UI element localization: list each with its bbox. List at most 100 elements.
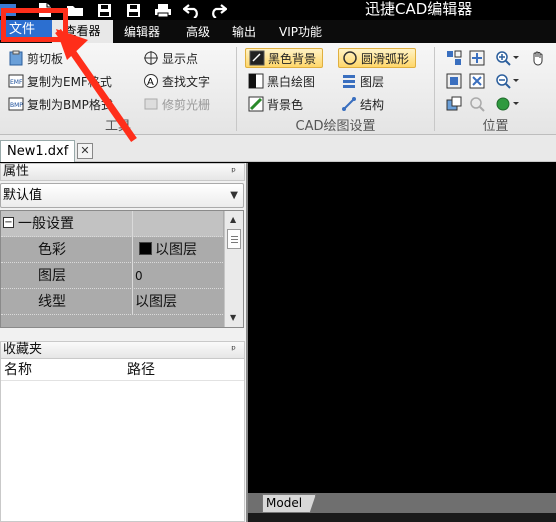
close-tab-button[interactable]: ✕ (77, 143, 93, 159)
show-points-button[interactable]: 显示点 (143, 48, 198, 68)
property-group-label: 一般设置 (18, 216, 74, 232)
tab-output[interactable]: 输出 (232, 23, 256, 41)
drawing-canvas[interactable] (246, 163, 556, 522)
scroll-thumb[interactable] (227, 229, 241, 249)
property-row-color[interactable]: 色彩 以图层 (1, 237, 223, 263)
property-name: 图层 (1, 263, 133, 289)
layers-button[interactable]: 图层 (341, 71, 384, 91)
background-color-button[interactable]: 背景色 (248, 94, 303, 114)
clipboard-icon (8, 50, 24, 66)
clipboard-label: 剪切板 (27, 51, 64, 66)
smooth-arc-button[interactable]: 圆滑弧形 (338, 48, 417, 68)
background-color-label: 背景色 (267, 97, 304, 112)
property-row-linetype[interactable]: 线型 以图层 (1, 289, 223, 315)
arc-icon (342, 50, 358, 66)
favorites-panel: 名称 路径 (0, 358, 245, 522)
save-as-icon[interactable] (124, 1, 142, 19)
copy-emf-button[interactable]: EMF 复制为EMF格式 (8, 71, 112, 91)
property-scrollbar[interactable]: ▲ ▼ (224, 211, 243, 327)
bmp-icon: BMP (8, 96, 24, 112)
grip-line (231, 239, 238, 240)
tab-advanced[interactable]: 高级 (186, 23, 210, 41)
zoom-window-icon[interactable] (466, 71, 488, 91)
tab-editor[interactable]: 编辑器 (124, 23, 160, 41)
find-text-icon: A (143, 73, 159, 89)
save-icon[interactable] (95, 1, 113, 19)
property-row-layer[interactable]: 图层 0 (1, 263, 223, 289)
zoom-extents-icon[interactable] (466, 48, 488, 68)
redo-icon[interactable] (209, 1, 227, 19)
new-file-icon[interactable] (36, 1, 54, 19)
app-title: 迅捷CAD编辑器 (365, 0, 473, 18)
position-group-label: 位置 (482, 119, 509, 134)
properties-combo[interactable]: 默认值 ▼ (0, 183, 244, 208)
zoom-out-icon[interactable] (493, 71, 521, 91)
color-swatch (139, 242, 152, 255)
crosshair-icon (143, 50, 159, 66)
emf-icon: EMF (8, 73, 24, 89)
column-name[interactable]: 名称 (4, 359, 32, 381)
grip-line (231, 242, 238, 243)
svg-text:EMF: EMF (10, 79, 23, 86)
scroll-up-icon[interactable]: ▲ (230, 215, 236, 224)
pan-region-icon[interactable] (443, 48, 465, 68)
property-grid: − 一般设置 色彩 以图层 图层 0 线型 以图层 ▲ ▼ (0, 210, 244, 328)
svg-text:BMP: BMP (10, 102, 23, 109)
zoom-real-icon[interactable] (466, 94, 488, 114)
pin-icon[interactable]: ᵖ (231, 342, 236, 358)
black-background-button[interactable]: 黑色背景 (245, 48, 324, 68)
pin-icon[interactable]: ᵖ (231, 164, 236, 180)
tab-vip[interactable]: VIP功能 (279, 23, 322, 41)
scroll-down-icon[interactable]: ▼ (230, 313, 236, 322)
find-text-button[interactable]: A 查找文字 (143, 71, 210, 91)
property-value: 以图层 (135, 294, 177, 310)
fit-window-icon[interactable] (443, 71, 465, 91)
property-group-row[interactable]: − 一般设置 (1, 211, 223, 237)
column-path[interactable]: 路径 (127, 359, 155, 381)
structure-button[interactable]: 结构 (341, 94, 384, 114)
position-group: 位置 (435, 43, 556, 135)
property-name: 色彩 (1, 237, 133, 263)
structure-icon (341, 96, 357, 112)
document-tab-strip: New1.dxf ✕ (0, 135, 556, 162)
zoom-previous-icon[interactable] (443, 94, 465, 114)
svg-text:A: A (147, 77, 154, 88)
chevron-down-icon: ▼ (230, 190, 238, 201)
cad-settings-group-label: CAD绘图设置 (295, 119, 376, 134)
tools-group-label: 工具 (104, 119, 131, 134)
find-text-label: 查找文字 (162, 74, 211, 89)
copy-emf-label: 复制为EMF格式 (27, 74, 112, 89)
property-group-name: − 一般设置 (1, 211, 133, 237)
black-background-label: 黑色背景 (268, 51, 317, 66)
favorites-title: 收藏夹 (3, 342, 43, 357)
collapse-icon[interactable]: − (3, 217, 14, 228)
copy-bmp-button[interactable]: BMP 复制为BMP格式 (8, 94, 113, 114)
undo-icon[interactable] (183, 1, 201, 19)
hand-pan-icon[interactable] (527, 48, 549, 68)
title-bar: CAD 迅捷CAD编辑器 (0, 0, 556, 20)
zoom-in-icon[interactable] (493, 48, 521, 68)
grip-line (231, 236, 238, 237)
bw-drawing-label: 黑白绘图 (267, 74, 316, 89)
open-folder-icon[interactable] (66, 1, 84, 19)
clipboard-button[interactable]: 剪切板 (8, 48, 63, 68)
favorites-header: 收藏夹 ᵖ (0, 341, 245, 359)
tab-viewer[interactable]: 查看器 (52, 20, 113, 43)
copy-bmp-label: 复制为BMP格式 (27, 97, 113, 112)
black-background-icon (249, 50, 265, 66)
properties-header: 属性 ᵖ (0, 163, 245, 181)
favorites-column-headers: 名称 路径 (1, 359, 244, 381)
smooth-arc-label: 圆滑弧形 (361, 51, 410, 66)
app-logo-icon[interactable]: CAD (0, 1, 16, 19)
properties-combo-value: 默认值 (3, 188, 43, 203)
trim-raster-button[interactable]: 修剪光栅 (143, 94, 210, 114)
layers-icon (341, 73, 357, 89)
show-points-label: 显示点 (162, 51, 199, 66)
model-tab[interactable]: Model (262, 494, 316, 513)
globe-icon[interactable] (493, 94, 521, 114)
file-menu-button[interactable]: 文件 (0, 20, 52, 40)
bw-drawing-button[interactable]: 黑白绘图 (248, 71, 315, 91)
cad-settings-group: 黑色背景 黑白绘图 背景色 圆滑弧形 图层 结构 CAD绘图设置 (237, 43, 434, 135)
print-icon[interactable] (154, 1, 172, 19)
document-tab[interactable]: New1.dxf (0, 140, 75, 162)
